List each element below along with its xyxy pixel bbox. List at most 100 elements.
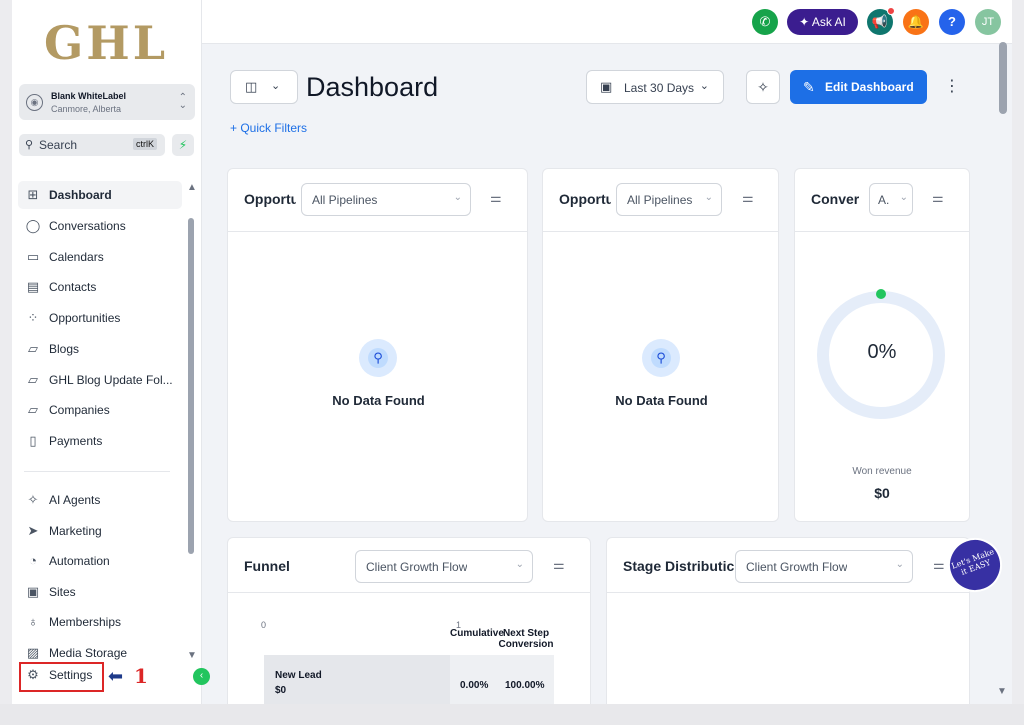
annotation-arrow-icon: ⬅ [108, 666, 124, 686]
account-switcher[interactable]: ◉ Blank WhiteLabel Canmore, Alberta ⌃ ⌄ [19, 84, 195, 120]
pipeline-select-value: Client Growth Flow [366, 560, 468, 574]
megaphone-icon[interactable]: 📢 [867, 7, 895, 35]
window-bottom-edge [0, 704, 1024, 725]
scroll-down-arrow[interactable]: ▼ [997, 686, 1007, 697]
quick-action-button[interactable]: ⚡ [172, 134, 194, 156]
sidebar-item-calendars[interactable]: ▭ Calendars [18, 243, 182, 271]
pipeline-select-value: All Pipelines [312, 193, 378, 207]
layout-icon: ◫ [245, 79, 258, 94]
sidebar-item-label: Marketing [49, 524, 102, 538]
bell-icon[interactable]: 🔔 [903, 9, 929, 35]
magic-wand-button[interactable]: ✧ [746, 70, 780, 104]
cube-icon: ▱ [28, 402, 38, 417]
sidebar-item-opportunities[interactable]: ⁘ Opportunities [18, 304, 182, 332]
layout-toggle-button[interactable]: ◫ ⌄ [230, 70, 298, 104]
sidebar-item-dashboard[interactable]: ⊞ Dashboard [18, 181, 182, 209]
sidebar-item-blogs[interactable]: ▱ Blogs [18, 335, 182, 363]
pipeline-select[interactable]: Client Growth Flow ⌄ [735, 550, 913, 583]
card-title: Conver [811, 191, 860, 207]
notification-dot [887, 7, 895, 15]
filter-icon[interactable]: ⚌ [932, 190, 944, 206]
chevron-down-icon: ⌄ [453, 192, 462, 203]
sidebar-item-conversations[interactable]: ◯ Conversations [18, 212, 182, 240]
next-step-value: 100.00% [505, 680, 545, 691]
chevron-down-icon: ⌄ [515, 559, 524, 570]
stage-name: New Lead [275, 670, 322, 681]
pencil-icon: ✎ [803, 79, 815, 95]
shortcut-badge: ctrlK [133, 138, 157, 150]
won-revenue-label: Won revenue [852, 466, 912, 477]
sidebar-item-companies[interactable]: ▱ Companies [18, 396, 182, 424]
pipeline-select[interactable]: A. ⌄ [869, 183, 913, 216]
stage-distribution-card: Stage Distributic Client Growth Flow ⌄ ⚌ [606, 537, 970, 704]
avatar[interactable]: JT [975, 9, 1001, 35]
page-title: Dashboard [306, 72, 439, 102]
scroll-up-arrow[interactable]: ▲ [187, 182, 197, 193]
pipeline-select[interactable]: All Pipelines ⌄ [616, 183, 722, 216]
sidebar-item-payments[interactable]: ▯ Payments [18, 427, 182, 455]
sidebar-item-label: Media Storage [49, 646, 128, 660]
edit-dashboard-button[interactable]: ✎ Edit Dashboard [790, 70, 927, 104]
chevron-down-icon: ⌄ [704, 192, 713, 203]
funnel-card: Funnel Client Growth Flow ⌄ ⚌ 0 1 Cumula… [227, 537, 591, 704]
sidebar: GHL ◉ Blank WhiteLabel Canmore, Alberta … [12, 0, 210, 704]
cumulative-header: Cumulative [450, 628, 504, 639]
calendar-icon: ▣ [600, 79, 613, 94]
bolt-icon: ⚡ [178, 138, 188, 152]
sidebar-item-label: Payments [49, 434, 103, 448]
sidebar-item-automation[interactable]: ◔ Automation [18, 547, 182, 575]
divider [228, 231, 527, 232]
pipeline-select[interactable]: Client Growth Flow ⌄ [355, 550, 533, 583]
filter-icon[interactable]: ⚌ [933, 557, 945, 573]
filter-icon[interactable]: ⚌ [553, 557, 565, 573]
phone-icon[interactable]: ✆ [752, 9, 778, 35]
sidebar-item-marketing[interactable]: ➤ Marketing [18, 517, 182, 545]
chat-icon: ◯ [25, 218, 41, 233]
main-scrollbar[interactable] [999, 42, 1007, 114]
edit-dashboard-label: Edit Dashboard [825, 80, 914, 94]
pipeline-select[interactable]: All Pipelines ⌄ [301, 183, 471, 216]
sidebar-item-contacts[interactable]: ▤ Contacts [18, 273, 182, 301]
sidebar-item-ghl-blog-update-fol[interactable]: ▱ GHL Blog Update Fol... [18, 366, 182, 394]
card-title: Opportu [244, 191, 296, 207]
search-icon: ⚲ [359, 339, 397, 377]
sidebar-item-sites[interactable]: ▣ Sites [18, 578, 182, 606]
pipeline-select-value: A. [878, 193, 890, 207]
card-title: Stage Distributic [623, 558, 735, 574]
cube-icon: ▱ [28, 341, 38, 356]
chevron-down-icon: ⌄ [899, 192, 908, 203]
settings-highlight-box [19, 662, 104, 692]
conversion-card: Conver A. ⌄ ⚌ 0% Won revenue $0 [794, 168, 970, 522]
ask-ai-button[interactable]: ✦ Ask AI [787, 9, 858, 35]
help-button[interactable]: ? [939, 9, 965, 35]
top-bar: ✆ ✦ Ask AI 📢 🔔 ? JT [202, 0, 1012, 44]
search-icon: ⚲ [642, 339, 680, 377]
more-options-icon[interactable]: ⋮ [944, 76, 960, 96]
account-name: Blank WhiteLabel [51, 91, 127, 101]
sparkle-icon: ✧ [27, 492, 39, 507]
sidebar-item-memberships[interactable]: ♁ Memberships [18, 608, 182, 636]
sparkle-icon: ✦ [799, 15, 812, 29]
sidebar-divider [24, 471, 170, 472]
sidebar-item-ai-agents[interactable]: ✧ AI Agents [18, 486, 182, 514]
opportunities-card-1: Opportu All Pipelines ⌄ ⚌ ⚲ No Data Foun… [227, 168, 528, 522]
sidebar-item-label: Automation [49, 554, 110, 568]
date-range-label: Last 30 Days [624, 81, 695, 95]
sidebar-item-label: Conversations [49, 219, 126, 233]
opportunities-icon: ⁘ [27, 310, 39, 325]
collapse-sidebar-button[interactable]: ‹ [193, 668, 210, 685]
filter-icon[interactable]: ⚌ [490, 190, 502, 206]
send-icon: ➤ [27, 523, 39, 538]
sidebar-item-label: Blogs [49, 342, 80, 356]
date-range-picker[interactable]: ▣ Last 30 Days ⌄ [586, 70, 724, 104]
sidebar-scrollbar[interactable] [188, 218, 194, 554]
sidebar-item-label: Opportunities [49, 311, 121, 325]
pipeline-select-value: Client Growth Flow [746, 560, 848, 574]
scroll-down-arrow[interactable]: ▼ [187, 650, 197, 661]
divider [607, 592, 969, 593]
filter-icon[interactable]: ⚌ [742, 190, 754, 206]
search-input[interactable]: ⚲ Search ctrlK [19, 134, 165, 156]
quick-filters-link[interactable]: + Quick Filters [230, 121, 307, 135]
won-revenue-value: $0 [874, 485, 890, 501]
divider [228, 592, 590, 593]
